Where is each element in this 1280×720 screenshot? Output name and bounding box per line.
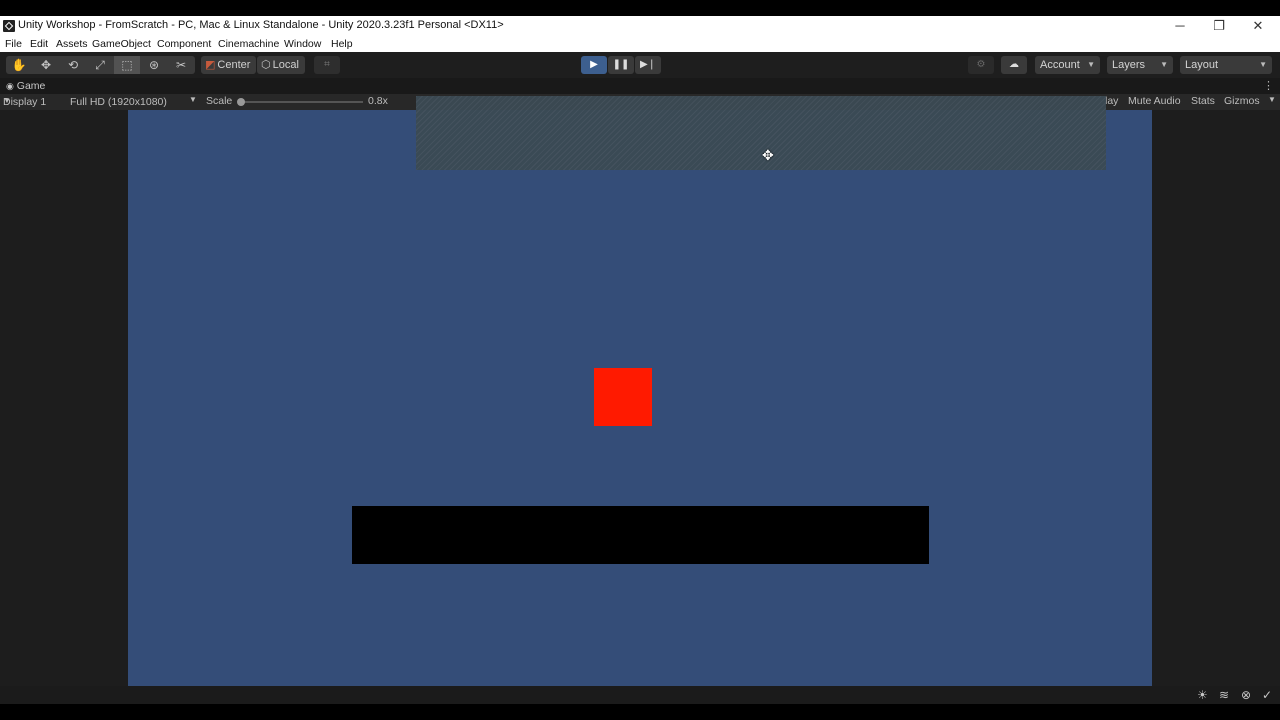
- local-cube-icon: ⬡: [261, 59, 271, 71]
- scale-value: 0.8x: [368, 95, 388, 107]
- menu-assets[interactable]: Assets: [56, 38, 88, 50]
- gizmos-toggle[interactable]: Gizmos: [1224, 95, 1260, 107]
- scale-label: Scale: [206, 95, 233, 107]
- account-label: Account: [1040, 59, 1080, 71]
- play-button[interactable]: ▶: [581, 56, 607, 74]
- unity-logo-icon: [3, 20, 15, 32]
- resolution-label: Full HD (1920x1080): [70, 96, 167, 108]
- mute-audio-toggle[interactable]: Mute Audio: [1128, 95, 1181, 107]
- game-controller-icon: ◉: [6, 81, 14, 91]
- menu-gameobject[interactable]: GameObject: [92, 38, 151, 50]
- ground-platform: [352, 506, 929, 564]
- cloud-icon[interactable]: ☁: [1001, 56, 1027, 74]
- tab-menu-icon[interactable]: ⋮: [1263, 79, 1274, 92]
- pivot-local-label: Local: [272, 59, 299, 71]
- menu-file[interactable]: File: [5, 38, 22, 50]
- custom-tool-icon[interactable]: ✂: [168, 56, 194, 74]
- chevron-down-icon: ▼: [1259, 60, 1267, 69]
- pivot-center-label: Center: [217, 59, 251, 71]
- close-button[interactable]: ✕: [1238, 16, 1278, 36]
- tab-game-label: Game: [16, 80, 46, 92]
- layers-dropdown[interactable]: Layers ▼: [1107, 56, 1173, 74]
- menu-bar: File Edit Assets GameObject Component Ci…: [0, 36, 1280, 52]
- debug-icon[interactable]: ☀: [1197, 688, 1208, 702]
- layout-dropdown[interactable]: Layout ▼: [1180, 56, 1272, 74]
- pause-button[interactable]: ❚❚: [608, 56, 634, 74]
- main-toolbar: ✋ ✥ ⟲ ⤢ ⬚ ⊛ ✂ ◩ Center ⬡ Local ⌗ ▶ ❚❚ ▶❘ ⚙…: [0, 52, 1280, 79]
- grid-snap-icon[interactable]: ⌗: [314, 56, 340, 74]
- move-cursor-icon: ✥: [762, 147, 774, 163]
- restore-button[interactable]: ❐: [1199, 16, 1239, 36]
- pivot-center-button[interactable]: ◩ Center: [201, 56, 256, 74]
- game-tab-bar: ◉ Game ⋮: [0, 78, 1280, 94]
- chevron-down-icon: ▼: [1087, 60, 1095, 69]
- layers-label: Layers: [1112, 59, 1146, 71]
- chevron-down-icon: ▼: [1160, 60, 1168, 69]
- scale-slider-thumb[interactable]: [237, 98, 245, 106]
- layout-label: Layout: [1185, 59, 1219, 71]
- transform-tools: ✋ ✥ ⟲ ⤢ ⬚ ⊛ ✂: [6, 56, 195, 74]
- account-dropdown[interactable]: Account ▼: [1035, 56, 1100, 74]
- menu-cinemachine[interactable]: Cinemachine: [218, 38, 279, 50]
- move-tool-icon[interactable]: ✥: [33, 56, 59, 74]
- pivot-icon: ◩: [205, 59, 216, 71]
- hand-tool-icon[interactable]: ✋: [6, 56, 32, 74]
- tab-game[interactable]: ◉ Game: [0, 78, 51, 94]
- rect-tool-icon[interactable]: ⬚: [114, 56, 140, 74]
- menu-help[interactable]: Help: [331, 38, 353, 50]
- stats-toggle[interactable]: Stats: [1191, 95, 1215, 107]
- scale-slider-track[interactable]: [240, 101, 363, 103]
- status-bar: ☀ ≋ ⊗ ✓: [0, 686, 1280, 704]
- transform-tool-icon[interactable]: ⊛: [141, 56, 167, 74]
- window-title-bar: Unity Workshop - FromScratch - PC, Mac &…: [0, 16, 1280, 36]
- minimize-button[interactable]: ─: [1160, 16, 1200, 36]
- player-square: [594, 368, 652, 426]
- pivot-local-button[interactable]: ⬡ Local: [257, 56, 305, 74]
- layers-stack-icon[interactable]: ≋: [1219, 688, 1229, 702]
- menu-edit[interactable]: Edit: [30, 38, 48, 50]
- chevron-down-icon[interactable]: ▼: [1268, 95, 1276, 104]
- maximize-on-play-toggle[interactable]: lay: [1105, 95, 1118, 107]
- menu-window[interactable]: Window: [284, 38, 321, 50]
- auto-generate-icon[interactable]: ⊗: [1241, 688, 1251, 702]
- window-title: Unity Workshop - FromScratch - PC, Mac &…: [18, 19, 504, 31]
- chevron-down-icon: ▼: [3, 96, 11, 105]
- check-icon[interactable]: ✓: [1262, 688, 1272, 702]
- step-button[interactable]: ▶❘: [635, 56, 661, 74]
- collab-icon[interactable]: ⚙: [968, 56, 994, 74]
- menu-component[interactable]: Component: [157, 38, 211, 50]
- rotate-tool-icon[interactable]: ⟲: [60, 56, 86, 74]
- scale-tool-icon[interactable]: ⤢: [87, 56, 113, 74]
- chevron-down-icon[interactable]: ▼: [189, 95, 197, 104]
- tab-drag-dock-preview: [416, 96, 1106, 170]
